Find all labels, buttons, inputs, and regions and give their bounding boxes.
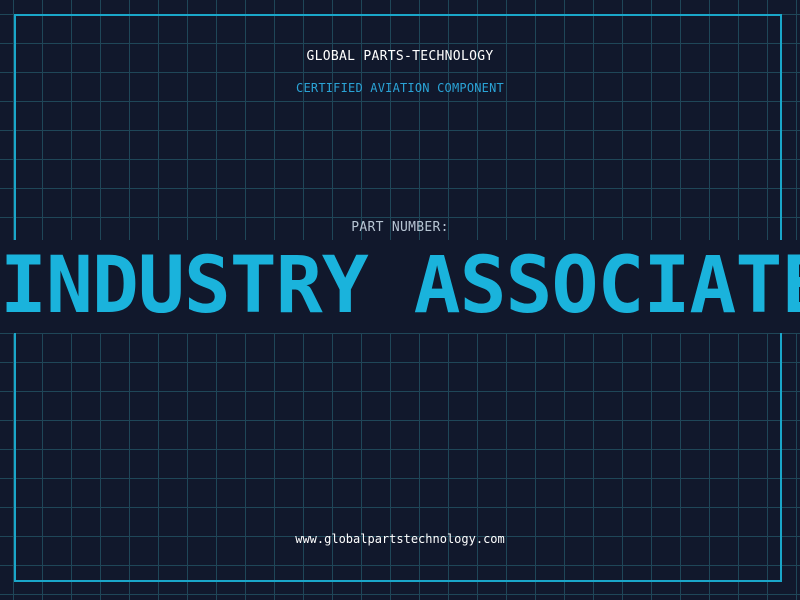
part-number-band: INDUSTRY ASSOCIATE: [0, 240, 800, 333]
certification-subtitle: CERTIFIED AVIATION COMPONENT: [296, 81, 504, 95]
website-url: www.globalpartstechnology.com: [295, 532, 505, 546]
brand-title: GLOBAL PARTS-TECHNOLOGY: [306, 49, 494, 64]
part-number-value: INDUSTRY ASSOCIATE: [0, 241, 800, 331]
part-number-label: PART NUMBER:: [351, 220, 449, 235]
